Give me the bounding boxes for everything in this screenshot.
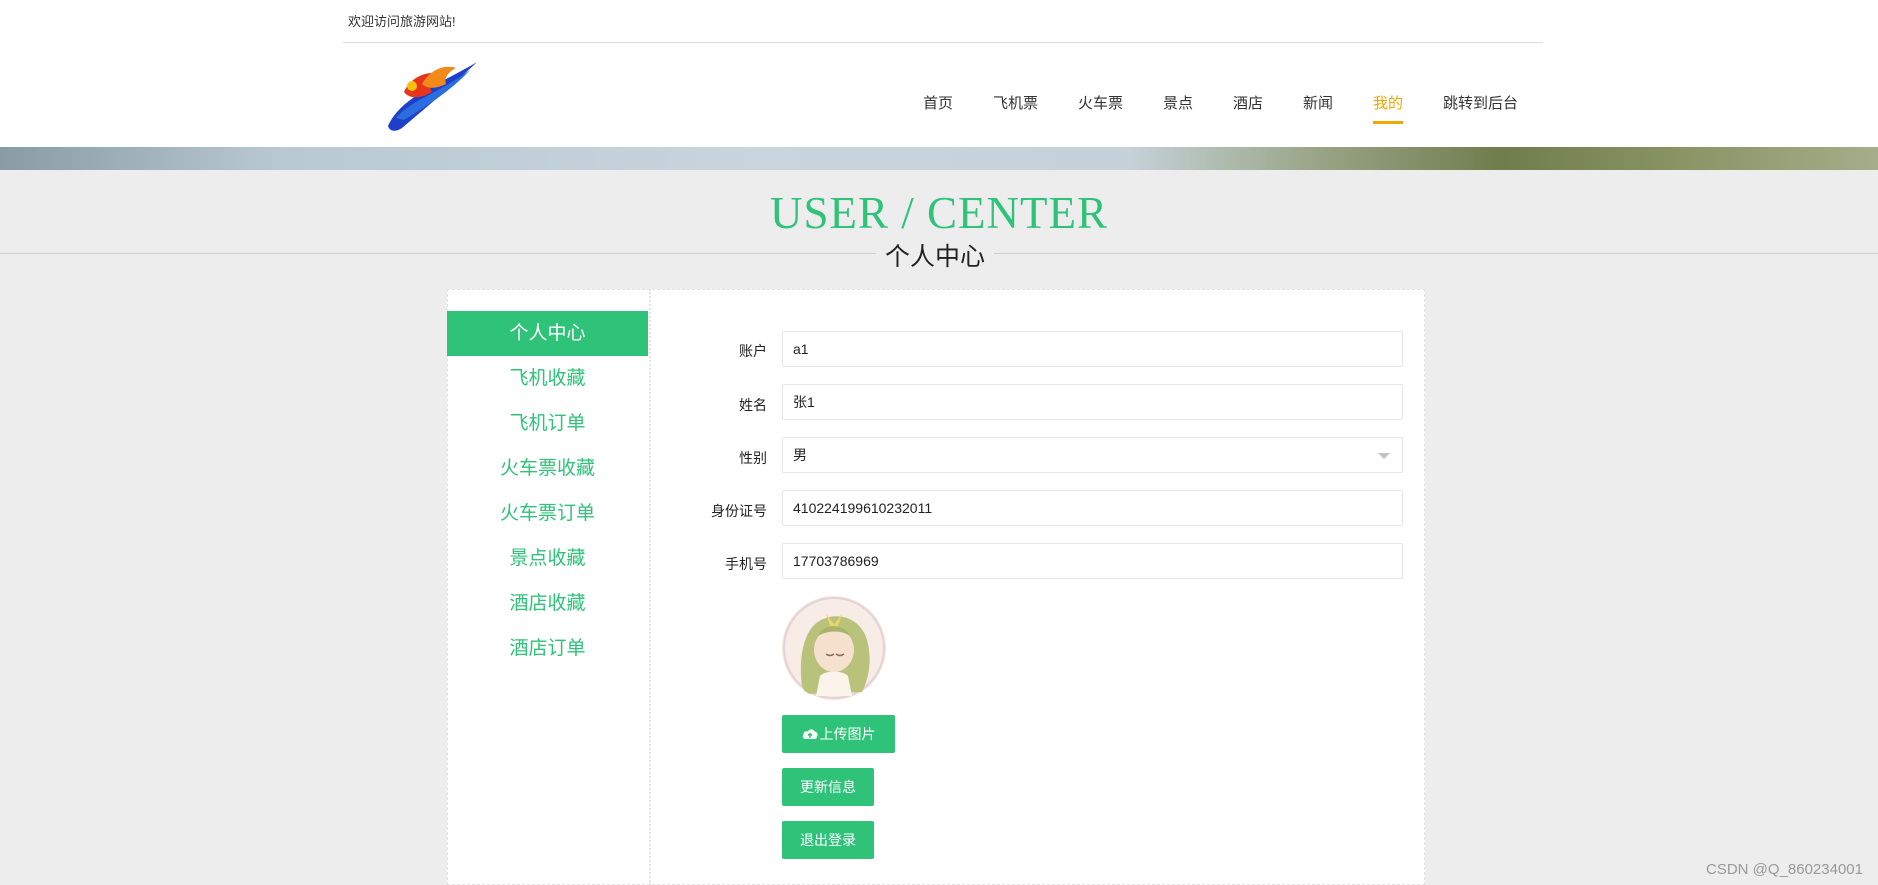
- chevron-down-icon: [1378, 453, 1390, 459]
- nav-mine[interactable]: 我的: [1373, 92, 1404, 124]
- id-number-label: 身份证号: [711, 503, 767, 519]
- nav-flights[interactable]: 飞机票: [993, 92, 1038, 121]
- banner-image: [0, 147, 1878, 170]
- nav-trains[interactable]: 火车票: [1078, 92, 1123, 121]
- id-number-field[interactable]: 410224199610232011: [782, 490, 1403, 526]
- sidebar-item-train-favorites[interactable]: 火车票收藏: [447, 446, 648, 491]
- logout-button[interactable]: 退出登录: [782, 821, 874, 859]
- nav-home[interactable]: 首页: [923, 92, 953, 121]
- nav-attractions[interactable]: 景点: [1163, 92, 1193, 121]
- phone-field[interactable]: 17703786969: [782, 543, 1403, 579]
- header-divider: [343, 42, 1543, 43]
- sidebar-item-train-orders[interactable]: 火车票订单: [447, 491, 648, 536]
- cloud-upload-icon: [802, 729, 818, 739]
- upload-image-button[interactable]: 上传图片: [782, 715, 895, 753]
- nav-news[interactable]: 新闻: [1303, 92, 1333, 121]
- gender-select[interactable]: 男: [782, 437, 1403, 473]
- upload-image-label: 上传图片: [819, 726, 876, 742]
- site-logo[interactable]: [382, 56, 482, 136]
- watermark: CSDN @Q_860234001: [1706, 861, 1863, 878]
- sidebar-item-attraction-favorites[interactable]: 景点收藏: [447, 536, 648, 581]
- update-info-button[interactable]: 更新信息: [782, 768, 874, 806]
- site-header: 欢迎访问旅游网站! 首页 飞机票 火车票 景点 酒店 新闻 我的 跳转到后台: [0, 0, 1878, 147]
- account-field[interactable]: a1: [782, 331, 1403, 367]
- gender-select-value: 男: [793, 447, 807, 463]
- avatar: [782, 596, 886, 700]
- phone-label: 手机号: [725, 556, 767, 572]
- sidebar-item-hotel-orders[interactable]: 酒店订单: [447, 626, 648, 671]
- gender-label: 性别: [739, 450, 767, 466]
- user-sidebar: 个人中心 飞机收藏 飞机订单 火车票收藏 火车票订单 景点收藏 酒店收藏 酒店订…: [447, 289, 651, 885]
- welcome-text: 欢迎访问旅游网站!: [348, 14, 456, 29]
- section-title-cn: 个人中心: [876, 237, 994, 273]
- sidebar-item-flight-favorites[interactable]: 飞机收藏: [447, 356, 648, 401]
- name-label: 姓名: [739, 397, 767, 413]
- nav-hotels[interactable]: 酒店: [1233, 92, 1263, 121]
- sidebar-item-flight-orders[interactable]: 飞机订单: [447, 401, 648, 446]
- name-field[interactable]: 张1: [782, 384, 1403, 420]
- section-title-en: USER / CENTER: [769, 188, 1109, 238]
- nav-admin[interactable]: 跳转到后台: [1443, 92, 1518, 121]
- account-label: 账户: [739, 343, 767, 359]
- sidebar-item-hotel-favorites[interactable]: 酒店收藏: [447, 581, 648, 626]
- sidebar-item-profile[interactable]: 个人中心: [447, 311, 648, 356]
